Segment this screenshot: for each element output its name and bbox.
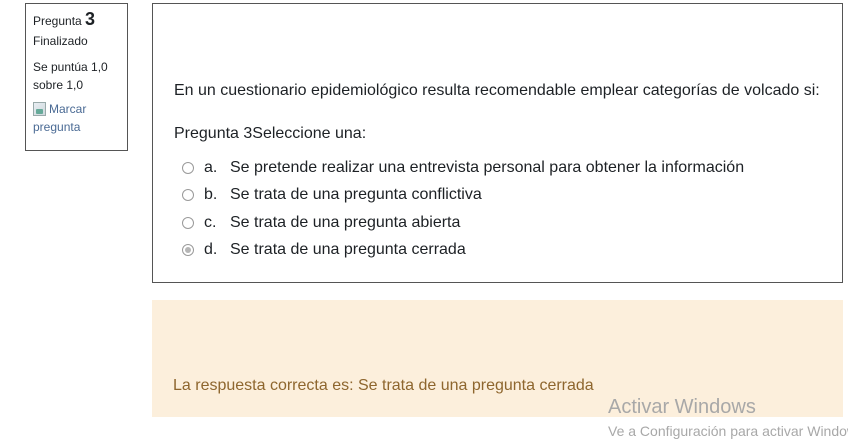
question-label: Pregunta (33, 14, 82, 28)
answer-text: Se trata de una pregunta conflictiva (230, 186, 482, 204)
answer-letter: a. (204, 158, 218, 176)
answer-text: Se trata de una pregunta abierta (230, 213, 461, 231)
question-state: Finalizado (33, 34, 88, 48)
answer-letter: d. (204, 241, 218, 259)
answer-radio-a[interactable] (182, 161, 194, 174)
answer-option-a[interactable]: a. Se pretende realizar una entrevista p… (182, 154, 744, 182)
answer-text: Se pretende realizar una entrevista pers… (230, 158, 745, 176)
answer-radio-b[interactable] (182, 189, 194, 202)
question-content: En un cuestionario epidemiológico result… (152, 3, 843, 283)
right-answer-text: La respuesta correcta es: Se trata de un… (173, 377, 594, 394)
flag-image-icon (33, 102, 46, 116)
answer-option-c[interactable]: c. Se trata de una pregunta abierta (182, 209, 744, 237)
activation-watermark-title: Activar Windows (608, 396, 756, 418)
activation-watermark-subtitle: Ve a Configuración para activar Windows. (608, 423, 848, 439)
answer-letter: b. (204, 186, 218, 204)
question-text: En un cuestionario epidemiológico result… (174, 82, 820, 99)
question-number-line: Pregunta 3 (33, 10, 120, 30)
answer-prompt: Pregunta 3Seleccione una: (174, 125, 367, 142)
flag-question-link[interactable]: Marcar pregunta (33, 100, 120, 136)
answer-text: Se trata de una pregunta cerrada (230, 241, 466, 259)
question-info-panel: Pregunta 3 Finalizado Se puntúa 1,0 sobr… (25, 3, 128, 151)
answer-option-b[interactable]: b. Se trata de una pregunta conflictiva (182, 182, 744, 210)
answer-list: a. Se pretende realizar una entrevista p… (182, 154, 744, 264)
question-grade: Se puntúa 1,0 sobre 1,0 (33, 60, 108, 92)
answer-option-d[interactable]: d. Se trata de una pregunta cerrada (182, 237, 744, 265)
question-number: 3 (85, 9, 96, 29)
answer-letter: c. (204, 213, 217, 231)
answer-radio-c[interactable] (182, 216, 194, 229)
answer-radio-d[interactable] (182, 244, 194, 257)
